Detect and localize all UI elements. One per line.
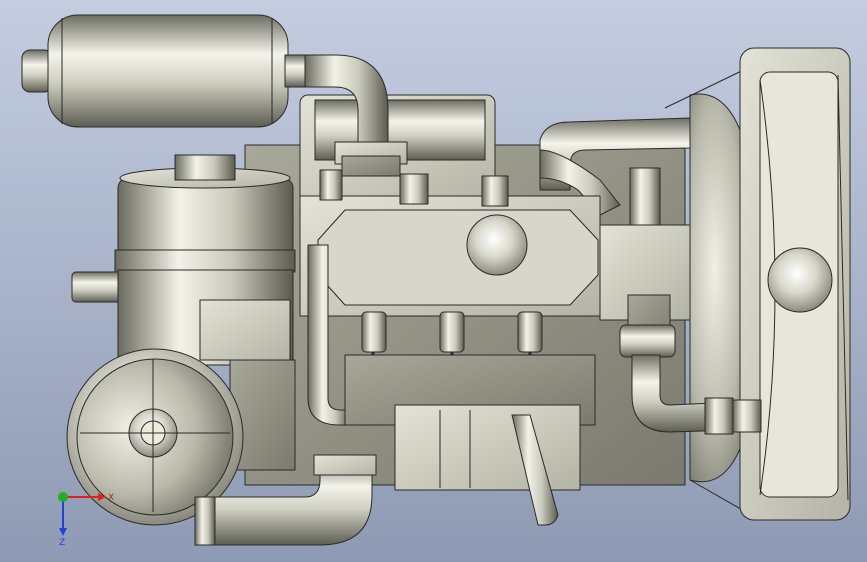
triad-y-axis: [58, 492, 68, 502]
radiator: [739, 47, 851, 521]
triad-x-label: X: [108, 493, 114, 503]
triad-z-label: Z: [59, 538, 65, 548]
muffler: [21, 14, 316, 128]
engine-model[interactable]: X Z: [0, 0, 867, 562]
triad-z-arrow-icon: [59, 528, 67, 536]
cad-viewport[interactable]: X Z: [0, 0, 867, 562]
